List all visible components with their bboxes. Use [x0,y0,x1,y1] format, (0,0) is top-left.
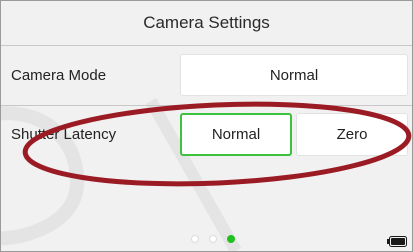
camera-mode-label: Camera Mode [11,67,107,84]
shutter-latency-label: Shutter Latency [11,126,117,143]
title-divider [1,45,412,46]
page-dot[interactable] [191,235,199,243]
camera-settings-screen: Camera Settings Camera Mode Normal Shutt… [0,0,413,252]
page-indicator [191,235,235,243]
shutter-latency-normal-button[interactable]: Normal [180,113,292,156]
row-divider [1,105,412,106]
page-dot[interactable] [209,235,217,243]
page-dot-active[interactable] [227,235,235,243]
battery-icon [387,236,407,247]
shutter-latency-zero-button[interactable]: Zero [296,113,408,156]
camera-mode-normal-button[interactable]: Normal [180,54,408,96]
page-title: Camera Settings [143,13,270,32]
